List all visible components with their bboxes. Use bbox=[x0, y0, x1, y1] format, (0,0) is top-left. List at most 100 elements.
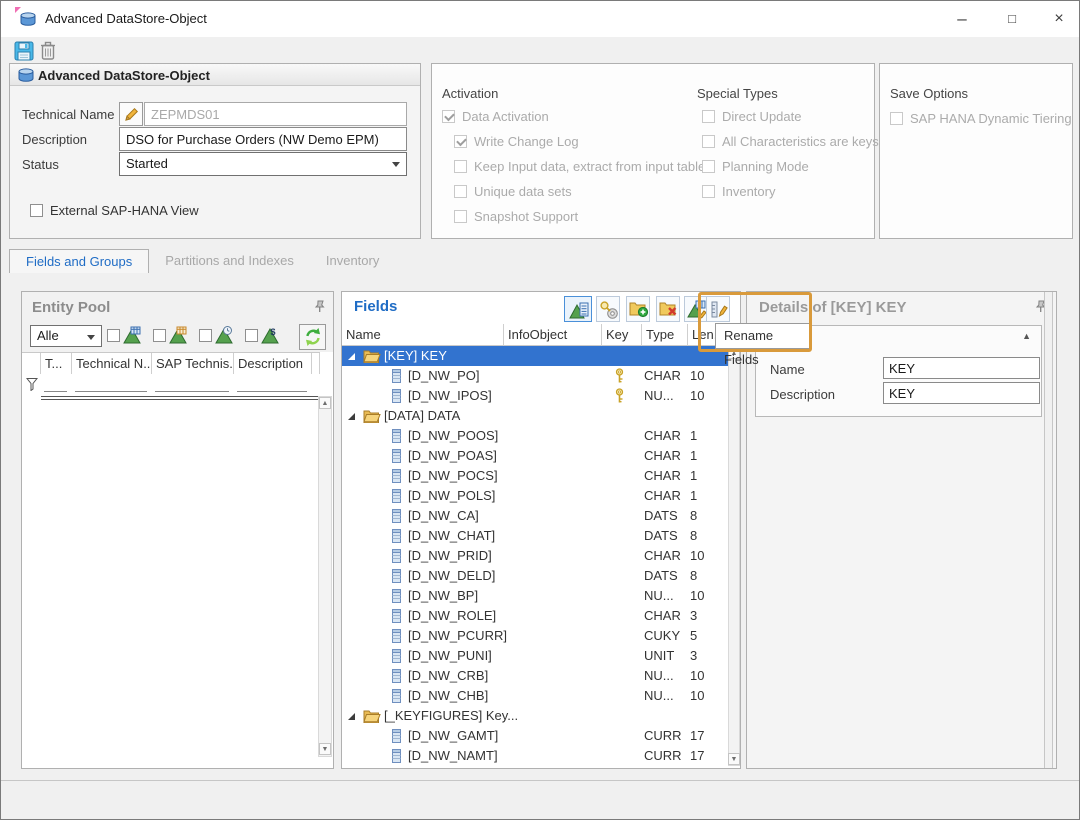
inventory-checkbox[interactable]: Inventory bbox=[702, 184, 775, 199]
scroll-down-icon[interactable]: ▼ bbox=[728, 753, 740, 765]
field-type: CHAR bbox=[644, 448, 681, 463]
field-row-d-nw-prid[interactable]: [D_NW_PRID]CHAR10 bbox=[342, 546, 730, 566]
status-label: Status bbox=[22, 157, 59, 172]
field-row-d-nw-poas[interactable]: [D_NW_POAS]CHAR1 bbox=[342, 446, 730, 466]
field-name: [D_NW_CHAT] bbox=[408, 528, 495, 543]
field-row-d-nw-chb[interactable]: [D_NW_CHB]NU...10 bbox=[342, 686, 730, 706]
field-icon bbox=[392, 649, 401, 666]
filter-characteristic-checkbox[interactable] bbox=[107, 329, 120, 342]
field-icon bbox=[392, 609, 401, 626]
manage-keys-button[interactable] bbox=[596, 296, 620, 322]
edit-technical-name-button[interactable] bbox=[119, 102, 143, 126]
rename-fields-button[interactable] bbox=[706, 296, 730, 322]
delete-group-button[interactable] bbox=[656, 296, 680, 322]
planning-mode-checkbox[interactable]: Planning Mode bbox=[702, 159, 809, 174]
field-row-d-nw-po[interactable]: [D_NW_PO]CHAR10 bbox=[342, 366, 730, 386]
switch-infoobject-view-button[interactable] bbox=[564, 296, 592, 322]
field-row-d-nw-ca[interactable]: [D_NW_CA]DATS8 bbox=[342, 506, 730, 526]
field-row-d-nw-puni[interactable]: [D_NW_PUNI]UNIT3 bbox=[342, 646, 730, 666]
technical-name-input[interactable] bbox=[144, 102, 407, 126]
group-row-key-key[interactable]: [KEY] KEY bbox=[342, 346, 730, 366]
field-row-d-nw-role[interactable]: [D_NW_ROLE]CHAR3 bbox=[342, 606, 730, 626]
group-row-data-data[interactable]: [DATA] DATA bbox=[342, 406, 730, 426]
all-characteristics-are-keys-checkbox[interactable]: All Characteristics are keys bbox=[702, 134, 879, 149]
field-name: [D_NW_PO] bbox=[408, 368, 480, 383]
tab-fields-and-groups[interactable]: Fields and Groups bbox=[9, 249, 149, 273]
detail-description-input[interactable] bbox=[883, 382, 1040, 404]
field-row-d-nw-chat[interactable]: [D_NW_CHAT]DATS8 bbox=[342, 526, 730, 546]
entity-filter-cell[interactable] bbox=[237, 376, 307, 392]
entity-filter-dropdown[interactable]: Alle bbox=[30, 325, 102, 347]
scroll-down-icon[interactable]: ▼ bbox=[319, 743, 331, 755]
field-row-d-nw-pcurr[interactable]: [D_NW_PCURR]CUKY5 bbox=[342, 626, 730, 646]
pencil-icon bbox=[123, 110, 140, 127]
expander-icon[interactable] bbox=[348, 713, 355, 720]
field-row-d-nw-pocs[interactable]: [D_NW_POCS]CHAR1 bbox=[342, 466, 730, 486]
fields-scrollbar[interactable]: ▲ ▼ bbox=[728, 346, 740, 766]
sap-hana-dynamic-tiering-checkbox[interactable]: SAP HANA Dynamic Tiering bbox=[890, 111, 1072, 126]
entity-filter-cell[interactable] bbox=[75, 376, 147, 392]
checkbox-label: All Characteristics are keys bbox=[722, 134, 879, 149]
filter-time-characteristic-checkbox[interactable] bbox=[199, 329, 212, 342]
rename-fields-tooltip: Rename Fields bbox=[715, 323, 811, 349]
fields-title: Fields bbox=[354, 298, 397, 315]
fields-column-header: InfoObject bbox=[504, 324, 602, 346]
external-sap-hana-view-checkbox[interactable]: External SAP-HANA View bbox=[30, 203, 199, 218]
data-activation-checkbox[interactable]: Data Activation bbox=[442, 109, 549, 124]
field-row-d-nw-pols[interactable]: [D_NW_POLS]CHAR1 bbox=[342, 486, 730, 506]
field-name: [D_NW_POLS] bbox=[408, 488, 495, 503]
assign-infoobjects-button[interactable] bbox=[684, 296, 708, 322]
entity-filter-cell[interactable] bbox=[44, 376, 67, 392]
field-length: 8 bbox=[690, 528, 697, 543]
fields-column-header: Type bbox=[642, 324, 688, 346]
expander-icon[interactable] bbox=[348, 413, 355, 420]
field-row-d-nw-deld[interactable]: [D_NW_DELD]DATS8 bbox=[342, 566, 730, 586]
write-change-log-checkbox[interactable]: Write Change Log bbox=[454, 134, 579, 149]
group-row-keyfigures-key[interactable]: [_KEYFIGURES] Key... bbox=[342, 706, 730, 726]
window-title: Advanced DataStore-Object bbox=[45, 11, 207, 26]
field-row-d-nw-poos[interactable]: [D_NW_POOS]CHAR1 bbox=[342, 426, 730, 446]
snapshot-support-checkbox[interactable]: Snapshot Support bbox=[454, 209, 578, 224]
switch-infoobject-view-icon bbox=[569, 307, 589, 324]
save-button[interactable] bbox=[14, 41, 36, 63]
description-input[interactable] bbox=[119, 127, 407, 151]
details-title: Details of [KEY] KEY bbox=[759, 299, 907, 316]
field-row-d-nw-gamt[interactable]: [D_NW_GAMT]CURR17 bbox=[342, 726, 730, 746]
field-row-d-nw-namt[interactable]: [D_NW_NAMT]CURR17 bbox=[342, 746, 730, 766]
filter-key-figure-checkbox[interactable] bbox=[245, 329, 258, 342]
status-dropdown[interactable]: Started bbox=[119, 152, 407, 176]
tab-partitions-and-indexes[interactable]: Partitions and Indexes bbox=[149, 249, 310, 273]
field-name: [D_NW_CA] bbox=[408, 508, 479, 523]
add-group-button[interactable] bbox=[626, 296, 650, 322]
field-row-d-nw-ipos[interactable]: [D_NW_IPOS]NU...10 bbox=[342, 386, 730, 406]
minimize-button[interactable]: – bbox=[945, 4, 979, 34]
folder-open-icon bbox=[363, 709, 381, 726]
characteristic-icon bbox=[123, 326, 143, 346]
field-row-d-nw-crb[interactable]: [D_NW_CRB]NU...10 bbox=[342, 666, 730, 686]
filter-characteristic-attribute-checkbox[interactable] bbox=[153, 329, 166, 342]
scroll-up-icon[interactable]: ▲ bbox=[319, 397, 331, 409]
field-length: 8 bbox=[690, 508, 697, 523]
entity-column-header: SAP Technis... bbox=[152, 353, 234, 375]
activation-panel: Activation Data ActivationWrite Change L… bbox=[431, 63, 875, 239]
entity-table-divider bbox=[41, 396, 319, 400]
keep-input-data-extract-from-input-table-checkbox[interactable]: Keep Input data, extract from input tabl… bbox=[454, 159, 705, 174]
direct-update-checkbox[interactable]: Direct Update bbox=[702, 109, 801, 124]
detail-name-input[interactable] bbox=[883, 357, 1040, 379]
field-name: [D_NW_CRB] bbox=[408, 668, 488, 683]
rename-fields-icon bbox=[709, 307, 729, 324]
maximize-button[interactable]: □ bbox=[995, 4, 1029, 34]
expander-icon[interactable] bbox=[348, 353, 355, 360]
entity-filter-cell[interactable] bbox=[155, 376, 229, 392]
delete-button[interactable] bbox=[40, 41, 62, 63]
close-button[interactable]: × bbox=[1042, 4, 1076, 34]
tab-inventory[interactable]: Inventory bbox=[310, 249, 395, 273]
pin-icon[interactable] bbox=[314, 300, 326, 313]
collapse-section-icon[interactable]: ▲ bbox=[1022, 331, 1031, 341]
unique-data-sets-checkbox[interactable]: Unique data sets bbox=[454, 184, 572, 199]
refresh-button[interactable] bbox=[299, 324, 326, 350]
checkbox-icon bbox=[454, 135, 467, 148]
field-row-d-nw-bp[interactable]: [D_NW_BP]NU...10 bbox=[342, 586, 730, 606]
entity-table-filter-row[interactable] bbox=[22, 374, 320, 396]
entity-scrollbar[interactable]: ▲ ▼ bbox=[318, 396, 332, 757]
